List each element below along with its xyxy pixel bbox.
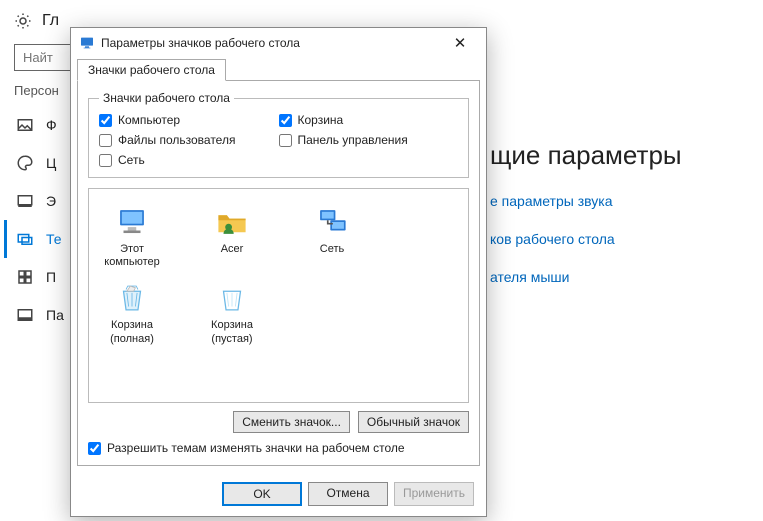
check-recyclebin-box[interactable] (279, 114, 292, 127)
check-computer[interactable]: Компьютер (99, 113, 279, 127)
close-button[interactable]: ✕ (440, 34, 480, 52)
nav-label: Ц (46, 155, 56, 171)
check-userfiles[interactable]: Файлы пользователя (99, 133, 279, 147)
related-heading: щие параметры (490, 140, 682, 171)
check-allow-themes-box[interactable] (88, 442, 101, 455)
restore-default-button[interactable]: Обычный значок (358, 411, 469, 433)
lockscreen-icon (16, 192, 34, 210)
bg-title: Гл (42, 12, 59, 30)
check-computer-box[interactable] (99, 114, 112, 127)
check-network[interactable]: Сеть (99, 153, 279, 167)
related-link-desktop-icons[interactable]: ков рабочего стола (490, 231, 682, 247)
icon-item-network[interactable]: Сеть (297, 205, 367, 269)
check-allow-themes[interactable]: Разрешить темам изменять значки на рабоч… (88, 441, 469, 455)
desktop-icons-group: Значки рабочего стола Компьютер Корзина … (88, 91, 469, 178)
check-network-box[interactable] (99, 154, 112, 167)
nav-label: Те (46, 231, 62, 247)
tab-desktop-icons[interactable]: Значки рабочего стола (77, 59, 226, 81)
check-recyclebin[interactable]: Корзина (279, 113, 459, 127)
nav-label: Ф (46, 117, 57, 133)
check-userfiles-box[interactable] (99, 134, 112, 147)
picture-icon (16, 116, 34, 134)
network-icon (315, 205, 349, 239)
themes-icon (16, 230, 34, 248)
userfolder-icon (215, 205, 249, 239)
nav-label: Па (46, 307, 64, 323)
related-link-mouse[interactable]: ателя мыши (490, 269, 682, 285)
start-icon (16, 268, 34, 286)
nav-label: П (46, 269, 56, 285)
recyclebin-empty-icon (215, 281, 249, 315)
monitor-icon (79, 35, 95, 51)
icon-item-user[interactable]: Acer (197, 205, 267, 269)
palette-icon (16, 154, 34, 172)
group-legend: Значки рабочего стола (99, 91, 234, 105)
ok-button[interactable]: OK (222, 482, 302, 506)
change-icon-button[interactable]: Сменить значок... (233, 411, 350, 433)
taskbar-icon (16, 306, 34, 324)
check-controlpanel[interactable]: Панель управления (279, 133, 459, 147)
check-controlpanel-box[interactable] (279, 134, 292, 147)
desktop-icon-settings-dialog: Параметры значков рабочего стола ✕ Значк… (70, 27, 487, 517)
icon-item-recyclebin-empty[interactable]: Корзина (пустая) (197, 281, 267, 345)
icon-preview-list: Этот компьютер Acer Сеть Корзина (полная… (88, 188, 469, 403)
dialog-title: Параметры значков рабочего стола (101, 36, 440, 50)
apply-button[interactable]: Применить (394, 482, 474, 506)
gear-icon (14, 12, 32, 30)
pc-icon (115, 205, 149, 239)
recyclebin-full-icon (115, 281, 149, 315)
icon-item-thispc[interactable]: Этот компьютер (97, 205, 167, 269)
cancel-button[interactable]: Отмена (308, 482, 388, 506)
related-link-sound[interactable]: е параметры звука (490, 193, 682, 209)
nav-label: Э (46, 193, 56, 209)
icon-item-recyclebin-full[interactable]: Корзина (полная) (97, 281, 167, 345)
